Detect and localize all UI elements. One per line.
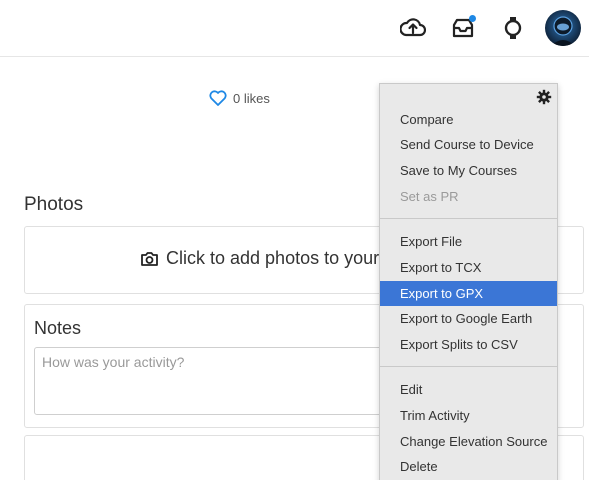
cloud-upload-icon[interactable] (397, 12, 429, 44)
menu-item-export-file[interactable]: Export File (380, 229, 557, 254)
inbox-tray-icon[interactable] (447, 12, 479, 44)
likes-button[interactable]: 0 likes (209, 90, 270, 106)
avatar[interactable] (545, 10, 581, 46)
watch-icon[interactable] (497, 12, 529, 44)
likes-count: 0 likes (233, 90, 270, 106)
top-navigation-bar (0, 0, 589, 57)
menu-item-compare[interactable]: Compare (380, 107, 557, 132)
menu-divider (380, 218, 557, 219)
notes-heading: Notes (34, 318, 82, 338)
notification-dot (469, 15, 476, 22)
menu-item-change-elevation-source[interactable]: Change Elevation Source (380, 429, 557, 454)
notes-textarea[interactable] (34, 347, 394, 415)
add-photos-label: Click to add photos to your (166, 248, 380, 268)
menu-item-send-course-to-device[interactable]: Send Course to Device (380, 132, 557, 157)
camera-icon (141, 251, 158, 266)
add-photos-prompt[interactable]: Click to add photos to your (140, 248, 379, 269)
activity-settings-menu: Compare Send Course to Device Save to My… (379, 83, 558, 480)
heart-icon (209, 90, 227, 106)
menu-item-delete[interactable]: Delete (380, 454, 557, 479)
menu-item-set-as-pr: Set as PR (400, 189, 459, 204)
menu-item-export-to-tcx[interactable]: Export to TCX (380, 255, 557, 280)
menu-item-export-to-google-earth[interactable]: Export to Google Earth (380, 306, 557, 331)
menu-item-trim-activity[interactable]: Trim Activity (380, 403, 557, 428)
menu-item-export-splits-to-csv[interactable]: Export Splits to CSV (380, 332, 557, 357)
menu-item-save-to-my-courses[interactable]: Save to My Courses (380, 158, 557, 183)
menu-item-edit[interactable]: Edit (380, 377, 557, 402)
gear-icon[interactable] (536, 89, 552, 105)
menu-divider (380, 366, 557, 367)
photos-heading: Photos (24, 194, 84, 215)
menu-item-export-to-gpx[interactable]: Export to GPX (380, 281, 557, 306)
